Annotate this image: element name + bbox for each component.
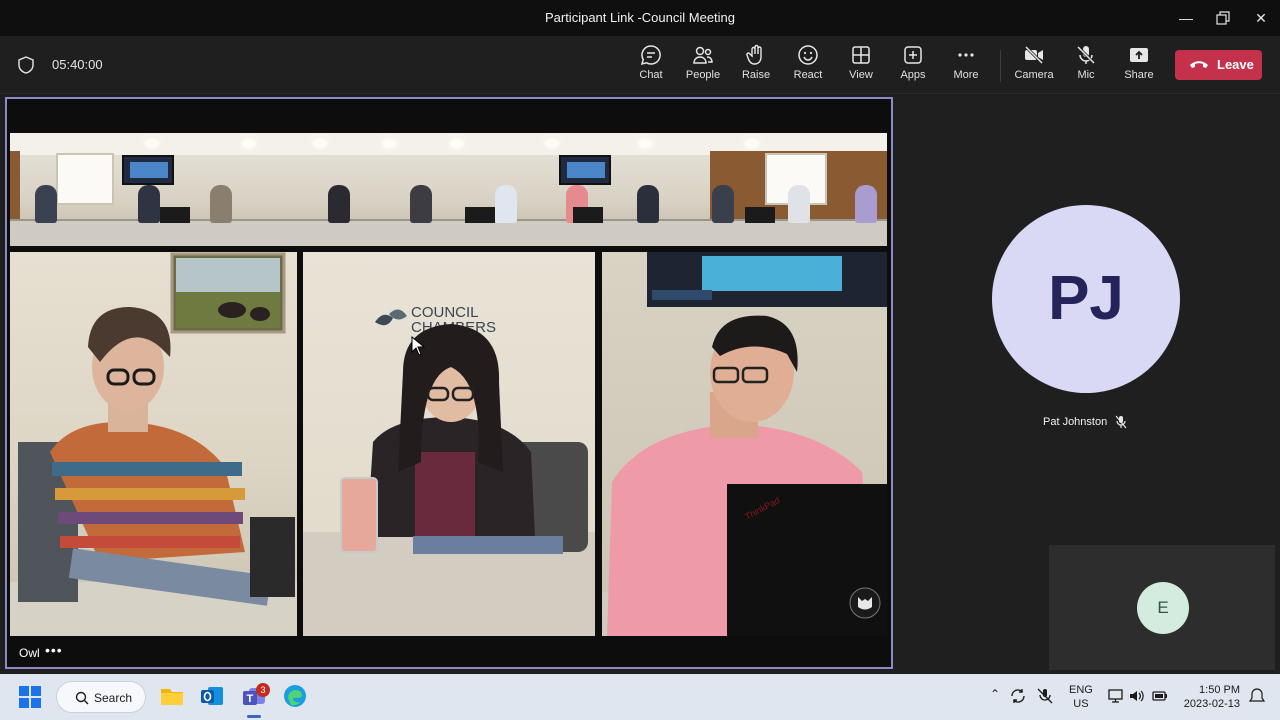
window-title: Participant Link -Council Meeting [544,10,736,25]
more-button[interactable]: More [940,44,992,88]
people-label: People [685,69,721,81]
participant-name: Pat Johnston [1043,416,1108,428]
language-code: ENG [1069,684,1093,696]
owl-video-stage[interactable]: COUNCIL CHAMBERS Thin [5,97,893,669]
edge-browser-icon[interactable] [282,683,308,709]
notification-icon[interactable] [1248,687,1266,705]
camera-off-icon [1024,45,1044,65]
participant-man-pink-shirt: ThinkPad [602,252,887,636]
view-button[interactable]: View [835,44,887,88]
meeting-timer: 05:40:00 [52,57,103,72]
leave-label: Leave [1217,57,1254,72]
speaker-video-right: ThinkPad [602,252,887,636]
battery-icon[interactable] [1151,687,1169,705]
more-dots-icon [958,53,974,57]
display-icon[interactable] [1107,687,1125,705]
keyboard-region: US [1073,698,1089,710]
chat-button[interactable]: Chat [625,44,677,88]
share-label: Share [1124,69,1154,81]
windows-taskbar: Search T ⌃ ENG US 1:50 PM 2023-02-13 [0,674,1280,720]
file-explorer-icon[interactable] [159,683,185,709]
apps-button[interactable]: Apps [887,44,939,88]
taskbar-search-button[interactable]: Search [56,681,146,713]
view-label: View [849,69,873,81]
mouse-cursor-icon [411,336,425,356]
volume-icon[interactable] [1128,687,1146,705]
apps-label: Apps [900,69,926,81]
self-preview-tile[interactable]: E [1049,545,1275,670]
mic-button[interactable]: Mic [1060,44,1112,88]
avatar-pat-johnston[interactable]: PJ [992,205,1180,393]
people-icon [693,46,713,64]
avatar-self: E [1137,582,1189,634]
search-label: Search [94,691,133,705]
close-window-button[interactable]: ✕ [1247,4,1275,32]
search-icon [75,691,89,705]
participant-woman-dark-hair: COUNCIL CHAMBERS [303,304,595,636]
react-label: React [793,69,823,81]
teams-notification-badge: 3 [256,683,270,697]
windows-start-icon[interactable] [19,686,41,708]
sync-icon[interactable] [1009,687,1027,705]
share-button[interactable]: Share [1113,44,1165,88]
camera-button[interactable]: Camera [1008,44,1060,88]
speaker-video-left [10,252,297,636]
restore-button[interactable] [1209,4,1237,32]
chat-icon [640,45,661,66]
hang-up-icon [1190,61,1208,68]
raise-hand-icon [746,44,762,65]
clock-date: 2023-02-13 [1183,698,1240,710]
mic-muted-tray-icon[interactable] [1036,687,1054,705]
leave-button[interactable]: Leave [1175,50,1262,80]
raise-hand-button[interactable]: Raise [730,44,782,88]
title-bar: Participant Link -Council Meeting — ✕ [0,0,1280,36]
restore-icon [1216,11,1230,25]
room-panorama-video [10,133,887,246]
taskbar-clock[interactable]: 1:50 PM 2023-02-13 [1178,683,1240,711]
shield-icon[interactable] [18,56,34,74]
share-screen-icon [1130,48,1148,62]
outlook-icon[interactable] [199,683,225,709]
chat-label: Chat [639,69,663,81]
camera-label: Camera [1014,69,1054,81]
add-app-icon [904,46,922,64]
participant-woman-striped-sweater [10,252,297,636]
people-button[interactable]: People [677,44,729,88]
grid-view-icon [852,46,870,64]
video-more-options-button[interactable]: ••• [45,642,63,658]
more-label: More [953,69,979,81]
video-source-name: Owl [19,646,40,660]
svg-text:T: T [247,693,254,705]
react-button[interactable]: React [782,44,834,88]
mic-off-icon [1076,45,1096,65]
active-app-indicator [247,715,261,718]
smiley-icon [798,45,818,65]
chevron-up-icon[interactable]: ⌃ [986,687,1004,705]
owl-camera-icon [849,587,881,619]
minimize-button[interactable]: — [1172,4,1200,32]
meeting-toolbar: 05:40:00 Chat People Raise React View Ap… [0,36,1280,94]
speaker-video-center: COUNCIL CHAMBERS [303,252,595,636]
raise-label: Raise [741,69,771,81]
input-language-indicator[interactable]: ENG US [1069,683,1093,711]
clock-time: 1:50 PM [1199,684,1240,696]
muted-mic-icon [1115,415,1127,429]
mic-label: Mic [1077,69,1095,81]
toolbar-divider [1000,50,1001,82]
